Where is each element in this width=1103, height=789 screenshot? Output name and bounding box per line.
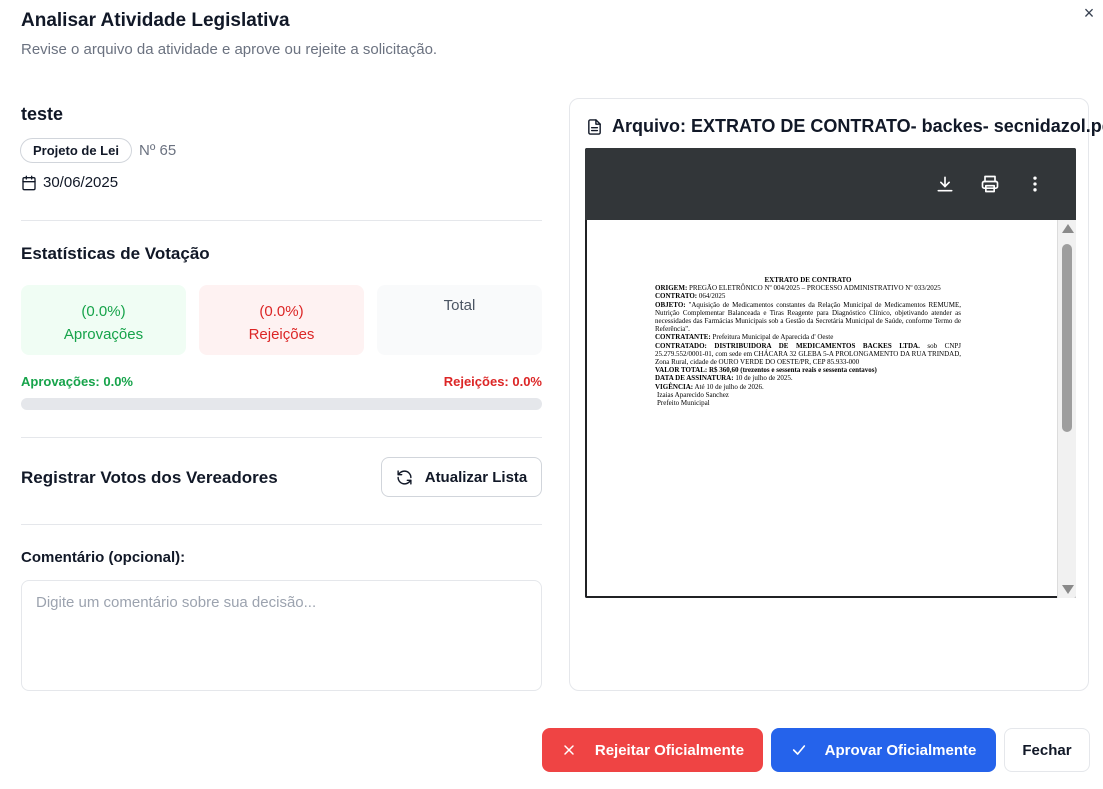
approvals-label: Aprovações bbox=[63, 326, 144, 343]
scroll-thumb[interactable] bbox=[1062, 244, 1072, 432]
file-title: Arquivo: EXTRATO DE CONTRATO- backes- se… bbox=[586, 116, 1103, 137]
voting-stats-title: Estatísticas de Votação bbox=[21, 244, 210, 263]
doc-assinatura: DATA DE ASSINATURA: 10 de julho de 2025. bbox=[655, 374, 793, 383]
more-vertical-icon bbox=[1033, 176, 1037, 192]
pdf-toolbar bbox=[585, 148, 1076, 220]
close-button[interactable]: Fechar bbox=[1004, 728, 1090, 772]
print-button[interactable] bbox=[979, 173, 1001, 195]
close-dialog-button[interactable]: × bbox=[1078, 2, 1100, 24]
file-panel: Arquivo: EXTRATO DE CONTRATO- backes- se… bbox=[569, 98, 1103, 691]
dialog-title: Analisar Atividade Legislativa bbox=[21, 10, 290, 31]
doc-heading: EXTRATO DE CONTRATO bbox=[764, 276, 852, 284]
doc-origem: ORIGEM: PREGÃO ELETRÔNICO Nº 004/2025 – … bbox=[655, 284, 941, 293]
divider bbox=[21, 437, 542, 438]
calendar-icon bbox=[22, 175, 36, 190]
doc-signer-role: Prefeito Municipal bbox=[657, 399, 710, 408]
scroll-down-arrow-icon[interactable] bbox=[1062, 585, 1074, 594]
close-icon: × bbox=[1083, 2, 1095, 23]
approvals-legend: Aprovações: 0.0% bbox=[21, 374, 133, 389]
approval-progress-bar bbox=[21, 398, 542, 410]
rejections-legend: Rejeições: 0.0% bbox=[443, 374, 542, 389]
activity-date: 30/06/2025 bbox=[21, 174, 118, 191]
doc-contrato: CONTRATO: 064/2025 bbox=[655, 292, 726, 301]
download-button[interactable] bbox=[934, 173, 956, 195]
dialog-subtitle: Revise o arquivo da atividade e aprove o… bbox=[21, 41, 438, 58]
activity-date-text: 30/06/2025 bbox=[43, 174, 119, 191]
total-card: Total bbox=[377, 285, 542, 355]
divider bbox=[21, 220, 542, 221]
doc-contratante: CONTRATANTE: Prefeitura Municipal de Apa… bbox=[655, 333, 834, 342]
activity-type-badge: Projeto de Lei bbox=[20, 138, 132, 163]
refresh-icon bbox=[397, 469, 412, 485]
x-icon bbox=[564, 745, 574, 755]
reject-officially-label: Rejeitar Oficialmente bbox=[594, 741, 745, 759]
activity-name: teste bbox=[21, 104, 64, 124]
refresh-list-label: Atualizar Lista bbox=[424, 468, 528, 486]
check-icon bbox=[792, 745, 805, 755]
more-options-button[interactable] bbox=[1024, 173, 1046, 195]
approve-officially-button[interactable]: Aprovar Oficialmente bbox=[771, 728, 996, 772]
doc-valor: VALOR TOTAL: R$ 360,60 (trezentos e sess… bbox=[655, 366, 877, 375]
divider bbox=[21, 524, 542, 525]
comment-label: Comentário (opcional): bbox=[21, 549, 186, 566]
total-label: Total bbox=[443, 297, 476, 314]
reject-officially-button[interactable]: Rejeitar Oficialmente bbox=[542, 728, 763, 772]
pdf-document-text: EXTRATO DE CONTRATO ORIGEM: PREGÃO ELETR… bbox=[655, 276, 961, 407]
rejections-pct: (0.0%) bbox=[259, 303, 304, 320]
pdf-viewer[interactable]: EXTRATO DE CONTRATO ORIGEM: PREGÃO ELETR… bbox=[585, 148, 1076, 598]
activity-number: Nº 65 bbox=[139, 142, 177, 159]
comment-textarea[interactable] bbox=[21, 580, 542, 691]
doc-objeto: OBJETO: "Aquisição de Medicamentos const… bbox=[655, 300, 961, 334]
pdf-page: EXTRATO DE CONTRATO ORIGEM: PREGÃO ELETR… bbox=[585, 220, 1076, 598]
doc-signer-name: Izaias Aparecido Sanchez bbox=[657, 390, 729, 399]
approvals-card: (0.0%) Aprovações bbox=[21, 285, 186, 355]
file-icon bbox=[588, 118, 601, 135]
votes-title: Registrar Votos dos Vereadores bbox=[21, 468, 278, 487]
doc-vigencia: VIGÊNCIA: Até 10 de julho de 2026. bbox=[655, 382, 764, 391]
approve-officially-label: Aprovar Oficialmente bbox=[824, 741, 977, 759]
print-icon bbox=[981, 175, 999, 193]
scroll-up-arrow-icon[interactable] bbox=[1062, 224, 1074, 233]
approvals-pct: (0.0%) bbox=[81, 303, 126, 320]
rejections-label: Rejeições bbox=[248, 326, 315, 343]
doc-contratado: CONTRATADO: DISTRIBUIDORA DE MEDICAMENTO… bbox=[655, 341, 961, 367]
pdf-scrollbar[interactable] bbox=[1057, 220, 1076, 598]
rejections-card: (0.0%) Rejeições bbox=[199, 285, 364, 355]
file-title-text: Arquivo: EXTRATO DE CONTRATO- backes- se… bbox=[612, 116, 1103, 136]
refresh-list-button[interactable]: Atualizar Lista bbox=[381, 457, 542, 497]
download-icon bbox=[937, 176, 953, 192]
